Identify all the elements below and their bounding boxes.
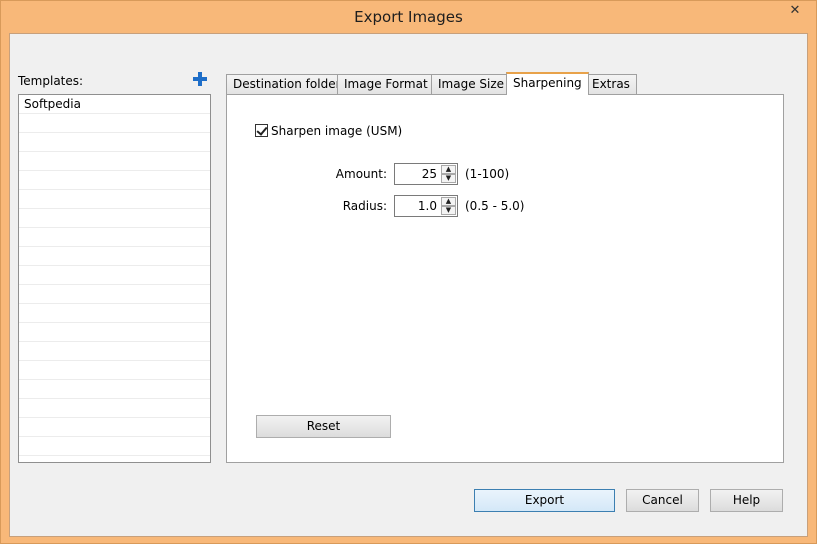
radius-value[interactable]: 1.0	[418, 199, 437, 213]
list-item-empty	[19, 323, 210, 342]
templates-list[interactable]: Softpedia	[18, 94, 211, 463]
cancel-button[interactable]: Cancel	[626, 489, 699, 512]
tab-extras[interactable]: Extras	[585, 74, 637, 94]
dialog-body: Templates: Softpedia Destination folder	[9, 33, 808, 537]
list-item-empty	[19, 114, 210, 133]
amount-down-arrow-icon[interactable]: ▼	[441, 174, 456, 183]
list-item-empty	[19, 266, 210, 285]
tab-sharpening[interactable]: Sharpening	[506, 72, 589, 95]
sharpen-checkbox-row[interactable]: Sharpen image (USM)	[255, 124, 402, 138]
list-item-empty	[19, 380, 210, 399]
templates-label: Templates:	[18, 74, 84, 88]
window-title: Export Images	[354, 8, 463, 26]
radius-stepper[interactable]: 1.0 ▲ ▼	[394, 195, 458, 217]
radius-label: Radius:	[342, 199, 387, 213]
amount-range: (1-100)	[465, 167, 510, 181]
help-button[interactable]: Help	[710, 489, 783, 512]
radius-up-arrow-icon[interactable]: ▲	[441, 197, 456, 206]
list-item-empty	[19, 361, 210, 380]
export-images-window: Export Images ✕ Templates: Softpedia Des…	[0, 0, 817, 544]
list-item-empty	[19, 152, 210, 171]
tab-image-format[interactable]: Image Format	[337, 74, 435, 94]
list-item-empty	[19, 342, 210, 361]
list-item-empty	[19, 418, 210, 437]
list-item[interactable]: Softpedia	[19, 95, 210, 114]
export-button[interactable]: Export	[474, 489, 615, 512]
amount-label: Amount:	[335, 167, 387, 181]
amount-stepper[interactable]: 25 ▲ ▼	[394, 163, 458, 185]
list-item-empty	[19, 399, 210, 418]
reset-button[interactable]: Reset	[256, 415, 391, 438]
close-button[interactable]: ✕	[780, 1, 810, 21]
list-item-empty	[19, 304, 210, 323]
plus-icon[interactable]	[193, 72, 207, 86]
radius-range: (0.5 - 5.0)	[465, 199, 525, 213]
radius-down-arrow-icon[interactable]: ▼	[441, 206, 456, 215]
close-icon: ✕	[789, 3, 801, 18]
amount-value[interactable]: 25	[422, 167, 437, 181]
list-item-empty	[19, 228, 210, 247]
list-item-empty	[19, 190, 210, 209]
list-item-empty	[19, 171, 210, 190]
amount-up-arrow-icon[interactable]: ▲	[441, 165, 456, 174]
tab-destination-folder[interactable]: Destination folder	[226, 74, 348, 94]
list-item-empty	[19, 209, 210, 228]
list-item-empty	[19, 133, 210, 152]
list-item-empty	[19, 437, 210, 456]
tab-image-size[interactable]: Image Size	[431, 74, 512, 94]
title-bar[interactable]: Export Images ✕	[1, 1, 816, 33]
sharpening-panel: Sharpen image (USM) Amount: 25 ▲ ▼ (1-10…	[226, 94, 784, 463]
list-item-empty	[19, 285, 210, 304]
sharpen-checkbox-label: Sharpen image (USM)	[271, 124, 403, 138]
list-item-empty	[19, 247, 210, 266]
sharpen-checkbox[interactable]	[255, 124, 268, 137]
